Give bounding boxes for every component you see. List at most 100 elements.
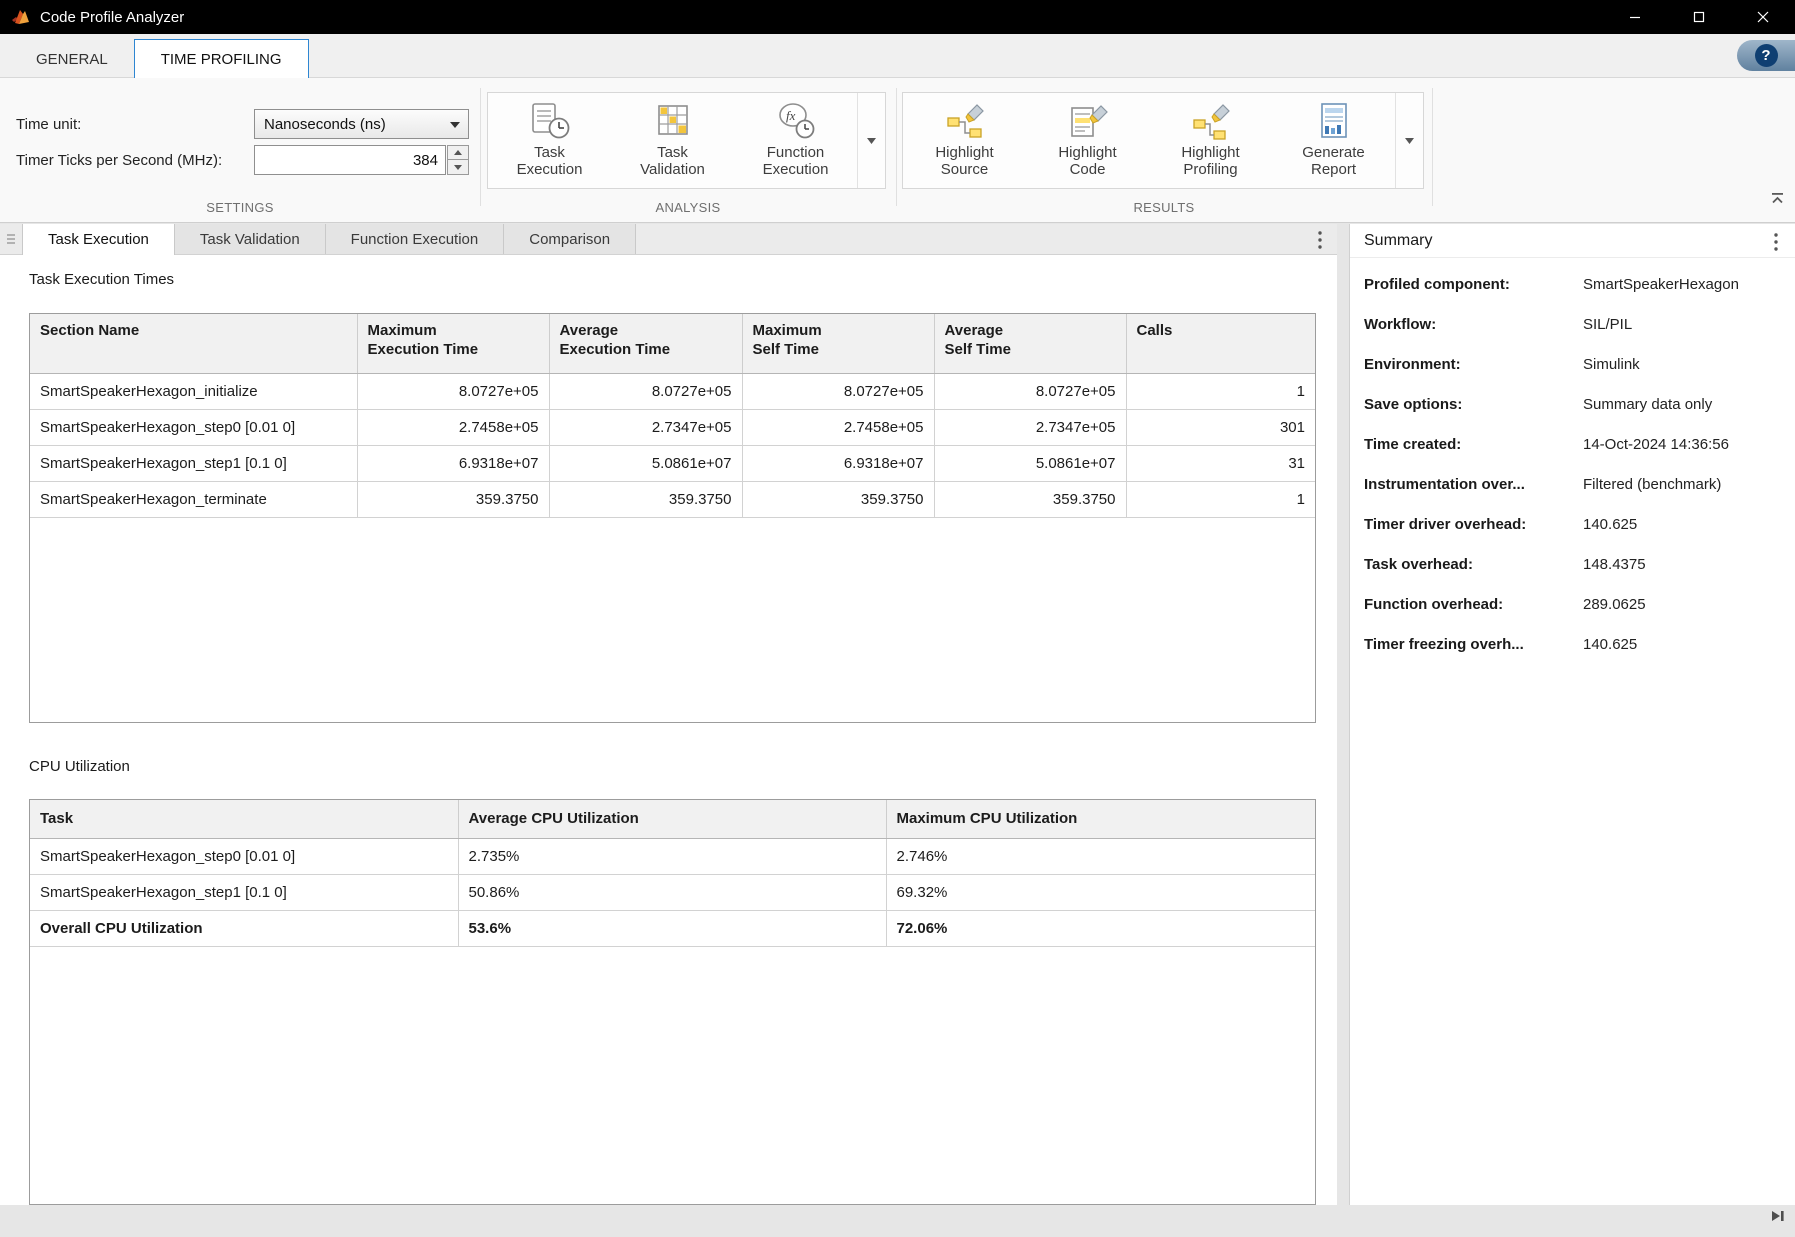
cell-calls: 301 bbox=[1126, 409, 1315, 445]
highlight-code-button[interactable]: Highlight Code bbox=[1026, 93, 1149, 188]
drag-handle-icon[interactable] bbox=[0, 224, 22, 254]
stepper-down-button[interactable] bbox=[447, 160, 469, 175]
generate-report-button[interactable]: Generate Report bbox=[1272, 93, 1395, 188]
table-row[interactable]: SmartSpeakerHexagon_step1 [0.1 0] 6.9318… bbox=[30, 445, 1315, 481]
help-button[interactable]: ? bbox=[1737, 40, 1795, 71]
cell-max-exec: 6.9318e+07 bbox=[357, 445, 549, 481]
timer-ticks-input[interactable] bbox=[254, 145, 446, 175]
tab-general[interactable]: GENERAL bbox=[10, 43, 134, 77]
cell-section-name: SmartSpeakerHexagon_step0 [0.01 0] bbox=[30, 409, 357, 445]
doc-tab-comparison[interactable]: Comparison bbox=[504, 224, 636, 254]
help-icon: ? bbox=[1755, 44, 1778, 67]
analysis-dropdown-button[interactable] bbox=[857, 93, 885, 188]
cell-avg-cpu: 53.6% bbox=[458, 910, 886, 946]
results-dropdown-button[interactable] bbox=[1395, 93, 1423, 188]
cpu-utilization-table: Task Average CPU Utilization Maximum CPU… bbox=[30, 800, 1315, 947]
summary-label: Save options: bbox=[1364, 396, 1583, 413]
minimize-button[interactable] bbox=[1603, 0, 1667, 34]
kebab-icon bbox=[1317, 230, 1323, 250]
summary-panel: Summary Profiled component:SmartSpeakerH… bbox=[1349, 224, 1795, 1205]
col-max-self-time[interactable]: Maximum Self Time bbox=[742, 314, 934, 373]
summary-row: Instrumentation over...Filtered (benchma… bbox=[1350, 464, 1795, 504]
doc-tab-function-execution[interactable]: Function Execution bbox=[326, 224, 505, 254]
exec-times-heading: Task Execution Times bbox=[29, 271, 1337, 289]
doc-tab-task-validation[interactable]: Task Validation bbox=[175, 224, 326, 254]
summary-label: Timer driver overhead: bbox=[1364, 516, 1583, 533]
maximize-icon bbox=[1693, 11, 1705, 23]
highlight-source-icon bbox=[944, 99, 986, 142]
document-menu-button[interactable] bbox=[1317, 230, 1323, 255]
collapse-ribbon-button[interactable] bbox=[1770, 192, 1785, 210]
cpu-utilization-heading: CPU Utilization bbox=[29, 758, 1337, 776]
chevron-down-icon bbox=[454, 165, 462, 170]
col-avg-cpu[interactable]: Average CPU Utilization bbox=[458, 800, 886, 838]
cell-max-exec: 2.7458e+05 bbox=[357, 409, 549, 445]
col-max-cpu[interactable]: Maximum CPU Utilization bbox=[886, 800, 1315, 838]
cell-max-cpu: 69.32% bbox=[886, 874, 1315, 910]
button-label: Task Validation bbox=[632, 144, 714, 178]
summary-value: 148.4375 bbox=[1583, 556, 1646, 573]
chevron-down-icon bbox=[867, 138, 876, 144]
collapse-ribbon-icon bbox=[1770, 192, 1785, 205]
cell-calls: 31 bbox=[1126, 445, 1315, 481]
table-row[interactable]: SmartSpeakerHexagon_terminate 359.3750 3… bbox=[30, 481, 1315, 517]
highlight-profiling-button[interactable]: Highlight Profiling bbox=[1149, 93, 1272, 188]
button-label: Function Execution bbox=[755, 144, 837, 178]
section-divider bbox=[1432, 88, 1433, 206]
summary-value: Simulink bbox=[1583, 356, 1640, 373]
summary-row: Function overhead:289.0625 bbox=[1350, 584, 1795, 624]
col-max-exec-time[interactable]: Maximum Execution Time bbox=[357, 314, 549, 373]
task-execution-table: Section Name Maximum Execution Time Aver… bbox=[30, 314, 1315, 518]
stepper-up-button[interactable] bbox=[447, 145, 469, 160]
tab-time-profiling[interactable]: TIME PROFILING bbox=[134, 39, 309, 78]
col-avg-self-time[interactable]: Average Self Time bbox=[934, 314, 1126, 373]
document-pane: Task Execution Task Validation Function … bbox=[0, 224, 1337, 1205]
cell-avg-self: 8.0727e+05 bbox=[934, 373, 1126, 409]
timer-ticks-stepper[interactable] bbox=[447, 145, 469, 175]
col-task[interactable]: Task bbox=[30, 800, 458, 838]
table-row[interactable]: SmartSpeakerHexagon_step0 [0.01 0] 2.735… bbox=[30, 838, 1315, 874]
skip-end-icon bbox=[1770, 1209, 1786, 1223]
cell-max-self: 2.7458e+05 bbox=[742, 409, 934, 445]
maximize-button[interactable] bbox=[1667, 0, 1731, 34]
analysis-group: Task Execution Task Validation bbox=[487, 92, 886, 189]
cell-avg-self: 5.0861e+07 bbox=[934, 445, 1126, 481]
table-row[interactable]: SmartSpeakerHexagon_step1 [0.1 0] 50.86%… bbox=[30, 874, 1315, 910]
close-button[interactable] bbox=[1731, 0, 1795, 34]
cell-max-cpu: 2.746% bbox=[886, 838, 1315, 874]
collapse-panel-button[interactable] bbox=[1770, 1209, 1786, 1228]
col-section-name[interactable]: Section Name bbox=[30, 314, 357, 373]
button-label: Generate Report bbox=[1293, 144, 1375, 178]
summary-row: Task overhead:148.4375 bbox=[1350, 544, 1795, 584]
col-avg-exec-time[interactable]: Average Execution Time bbox=[549, 314, 742, 373]
summary-list: Profiled component:SmartSpeakerHexagon W… bbox=[1350, 258, 1795, 664]
cell-section-name: SmartSpeakerHexagon_initialize bbox=[30, 373, 357, 409]
chevron-up-icon bbox=[454, 150, 462, 155]
ribbon-tab-bar: GENERAL TIME PROFILING ? bbox=[0, 34, 1795, 78]
table-row[interactable]: SmartSpeakerHexagon_initialize 8.0727e+0… bbox=[30, 373, 1315, 409]
cell-avg-cpu: 50.86% bbox=[458, 874, 886, 910]
task-execution-table-container: Section Name Maximum Execution Time Aver… bbox=[29, 313, 1316, 723]
cell-task: Overall CPU Utilization bbox=[30, 910, 458, 946]
summary-menu-button[interactable] bbox=[1773, 232, 1779, 257]
summary-label: Environment: bbox=[1364, 356, 1583, 373]
main-area: Task Execution Task Validation Function … bbox=[0, 223, 1795, 1237]
function-execution-button[interactable]: fx Function Execution bbox=[734, 93, 857, 188]
time-unit-dropdown[interactable]: Nanoseconds (ns) bbox=[254, 109, 469, 139]
cell-max-cpu: 72.06% bbox=[886, 910, 1315, 946]
cell-avg-exec: 2.7347e+05 bbox=[549, 409, 742, 445]
task-execution-icon bbox=[529, 99, 571, 142]
task-validation-button[interactable]: Task Validation bbox=[611, 93, 734, 188]
highlight-source-button[interactable]: Highlight Source bbox=[903, 93, 1026, 188]
kebab-icon bbox=[1773, 232, 1779, 252]
cell-max-self: 6.9318e+07 bbox=[742, 445, 934, 481]
cell-section-name: SmartSpeakerHexagon_terminate bbox=[30, 481, 357, 517]
close-icon bbox=[1757, 11, 1769, 23]
summary-title: Summary bbox=[1364, 232, 1432, 250]
table-row-overall[interactable]: Overall CPU Utilization 53.6% 72.06% bbox=[30, 910, 1315, 946]
table-row[interactable]: SmartSpeakerHexagon_step0 [0.01 0] 2.745… bbox=[30, 409, 1315, 445]
col-calls[interactable]: Calls bbox=[1126, 314, 1315, 373]
doc-tab-task-execution[interactable]: Task Execution bbox=[22, 224, 175, 255]
summary-row: Timer driver overhead:140.625 bbox=[1350, 504, 1795, 544]
task-execution-button[interactable]: Task Execution bbox=[488, 93, 611, 188]
